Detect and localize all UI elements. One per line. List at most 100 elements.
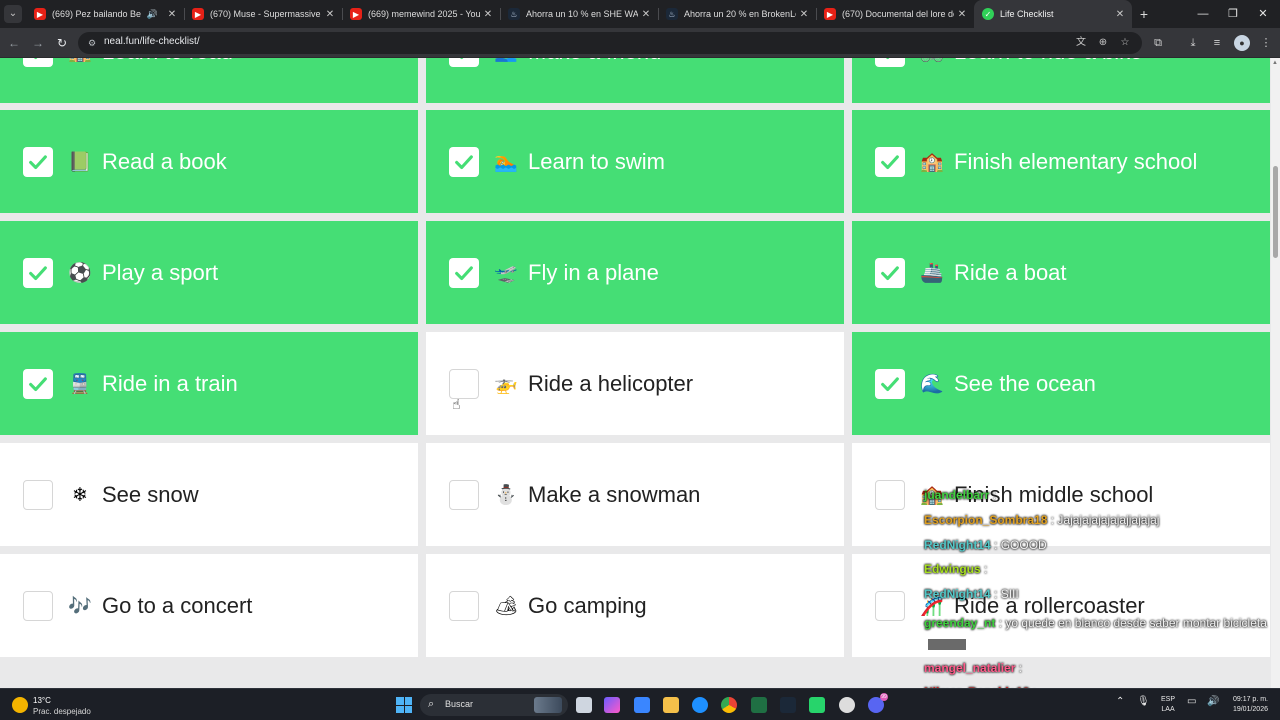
- checkbox-checked[interactable]: [875, 368, 905, 399]
- download-icon[interactable]: ⤓: [1185, 35, 1201, 51]
- checkbox-checked[interactable]: [449, 257, 479, 288]
- chat-username[interactable]: RedNight14: [924, 587, 991, 601]
- checklist-item[interactable]: 🏊 Learn to swim: [426, 110, 844, 213]
- close-icon[interactable]: ✕: [1112, 9, 1128, 20]
- menu-kebab-icon[interactable]: ⋮: [1258, 35, 1274, 51]
- close-icon[interactable]: ✕: [322, 9, 338, 20]
- checklist-item[interactable]: 🏫 Finish elementary school: [852, 110, 1270, 213]
- checklist-item[interactable]: ❄ See snow: [0, 443, 418, 546]
- checkbox-checked[interactable]: [875, 58, 905, 67]
- checkbox-checked[interactable]: [449, 58, 479, 67]
- address-bar[interactable]: ⚙ neal.fun/life-checklist/ 文 ⊕ ☆: [78, 32, 1142, 54]
- tab-3[interactable]: ♨ Ahorra un 10 % en SHE WAS 9 ✕: [500, 0, 658, 28]
- bookmark-star-icon[interactable]: ☆: [1118, 36, 1132, 50]
- forward-icon[interactable]: →: [28, 33, 48, 53]
- checkbox-checked[interactable]: [449, 146, 479, 177]
- checkbox-unchecked[interactable]: [23, 590, 53, 621]
- url-text[interactable]: neal.fun/life-checklist/: [104, 36, 200, 47]
- volume-icon[interactable]: 🔊: [1207, 696, 1219, 707]
- back-icon[interactable]: ←: [4, 33, 24, 53]
- checklist-item[interactable]: ⛄ Make a snowman: [426, 443, 844, 546]
- close-icon[interactable]: ✕: [480, 9, 496, 20]
- checkbox-unchecked[interactable]: [449, 479, 479, 510]
- windows-start-icon[interactable]: [396, 697, 412, 713]
- tab-6-active[interactable]: ✓ Life Checklist ✕: [974, 0, 1132, 28]
- edge-icon[interactable]: [692, 697, 708, 713]
- checklist-item[interactable]: 🚆 Ride in a train: [0, 332, 418, 435]
- checkbox-checked[interactable]: [875, 146, 905, 177]
- checkbox-unchecked[interactable]: [449, 368, 479, 399]
- chat-username[interactable]: juandelbarr: [924, 488, 989, 502]
- checkbox-checked[interactable]: [23, 146, 53, 177]
- checkbox-checked[interactable]: [875, 257, 905, 288]
- game-launcher-icon[interactable]: [809, 697, 825, 713]
- checkbox-checked[interactable]: [23, 257, 53, 288]
- checkbox-checked[interactable]: [23, 368, 53, 399]
- tab-2[interactable]: ▶ (669) memewind 2025 - YouTu ✕: [342, 0, 500, 28]
- reload-icon[interactable]: ↻: [52, 33, 72, 53]
- task-view-icon[interactable]: [576, 697, 592, 713]
- extensions-icon[interactable]: ⧉: [1150, 35, 1166, 51]
- checklist-item[interactable]: 🌊 See the ocean: [852, 332, 1270, 435]
- item-label: See snow: [102, 481, 199, 507]
- checkbox-unchecked[interactable]: [23, 479, 53, 510]
- store-icon[interactable]: [634, 697, 650, 713]
- item-emoji-icon: ⚽: [68, 261, 92, 284]
- tray-chevron-icon[interactable]: ⌃: [1116, 696, 1124, 707]
- chat-username[interactable]: Escorpion_Sombra18: [924, 513, 1047, 527]
- weather-widget[interactable]: 13°C Prac. despejado: [12, 693, 132, 717]
- checklist-item[interactable]: 👥 Make a friend: [426, 58, 844, 103]
- new-tab-icon[interactable]: +: [1134, 4, 1154, 24]
- speaker-icon[interactable]: 🔊: [147, 9, 158, 20]
- close-icon[interactable]: ✕: [796, 9, 812, 20]
- restore-icon[interactable]: ❐: [1218, 0, 1248, 28]
- network-icon[interactable]: ▭: [1187, 696, 1196, 707]
- translate-icon[interactable]: 文: [1074, 36, 1088, 50]
- checkbox-unchecked[interactable]: [875, 479, 905, 510]
- close-icon[interactable]: ✕: [954, 9, 970, 20]
- chat-username[interactable]: RedNight14: [924, 538, 991, 552]
- tab-1[interactable]: ▶ (670) Muse - Supermassive bla ✕: [184, 0, 342, 28]
- chrome-icon[interactable]: [721, 697, 737, 713]
- system-clock[interactable]: 09:17 p. m. 19/01/2026: [1224, 695, 1268, 715]
- zoom-icon[interactable]: ⊕: [1096, 36, 1110, 50]
- checklist-item[interactable]: 🏫 Learn to read: [0, 58, 418, 103]
- file-explorer-icon[interactable]: [663, 697, 679, 713]
- window-close-icon[interactable]: ✕: [1248, 0, 1278, 28]
- steam-taskbar-icon[interactable]: [780, 697, 796, 713]
- language-indicator[interactable]: ESP LAA: [1161, 695, 1175, 715]
- item-emoji-icon: 🎶: [68, 594, 92, 617]
- profile-avatar[interactable]: ●: [1234, 35, 1250, 51]
- tab-search-icon[interactable]: ⌄: [4, 5, 22, 23]
- checklist-item[interactable]: 🚁 Ride a helicopter: [426, 332, 844, 435]
- microphone-icon[interactable]: 🎙: [1137, 696, 1150, 707]
- excel-icon[interactable]: [751, 697, 767, 713]
- site-info-icon[interactable]: ⚙: [86, 37, 98, 49]
- scrollbar-thumb[interactable]: [1273, 166, 1278, 258]
- minimize-icon[interactable]: —: [1188, 0, 1218, 28]
- scroll-up-icon[interactable]: ▲: [1272, 60, 1278, 66]
- checkbox-checked[interactable]: [23, 58, 53, 67]
- checkbox-unchecked[interactable]: [449, 590, 479, 621]
- tab-0[interactable]: ▶ (669) Pez bailando Beach p 🔊 ✕: [26, 0, 184, 28]
- checklist-item[interactable]: 🛫 Fly in a plane: [426, 221, 844, 324]
- chat-username[interactable]: mangel_natalier: [924, 661, 1015, 675]
- checklist-item[interactable]: ⚽ Play a sport: [0, 221, 418, 324]
- close-icon[interactable]: ✕: [164, 9, 180, 20]
- checklist-item[interactable]: 🎶 Go to a concert: [0, 554, 418, 657]
- copilot-icon[interactable]: [604, 697, 620, 713]
- lang-bottom: LAA: [1161, 706, 1175, 713]
- reading-list-icon[interactable]: ≡: [1209, 35, 1225, 51]
- tab-4[interactable]: ♨ Ahorra un 20 % en BrokenLore ✕: [658, 0, 816, 28]
- checkbox-unchecked[interactable]: [875, 590, 905, 621]
- tab-5[interactable]: ▶ (670) Documental del lore de T ✕: [816, 0, 974, 28]
- app-icon[interactable]: [839, 697, 855, 713]
- chat-username[interactable]: greenday_nt: [924, 616, 995, 630]
- taskbar-search[interactable]: ⌕ Buscar: [420, 694, 568, 716]
- checklist-item[interactable]: 🚢 Ride a boat: [852, 221, 1270, 324]
- checklist-item[interactable]: 🚲 Learn to ride a bike: [852, 58, 1270, 103]
- close-icon[interactable]: ✕: [638, 9, 654, 20]
- chat-username[interactable]: Edwingus: [924, 562, 981, 576]
- checklist-item[interactable]: 📗 Read a book: [0, 110, 418, 213]
- checklist-item[interactable]: 🏕 Go camping: [426, 554, 844, 657]
